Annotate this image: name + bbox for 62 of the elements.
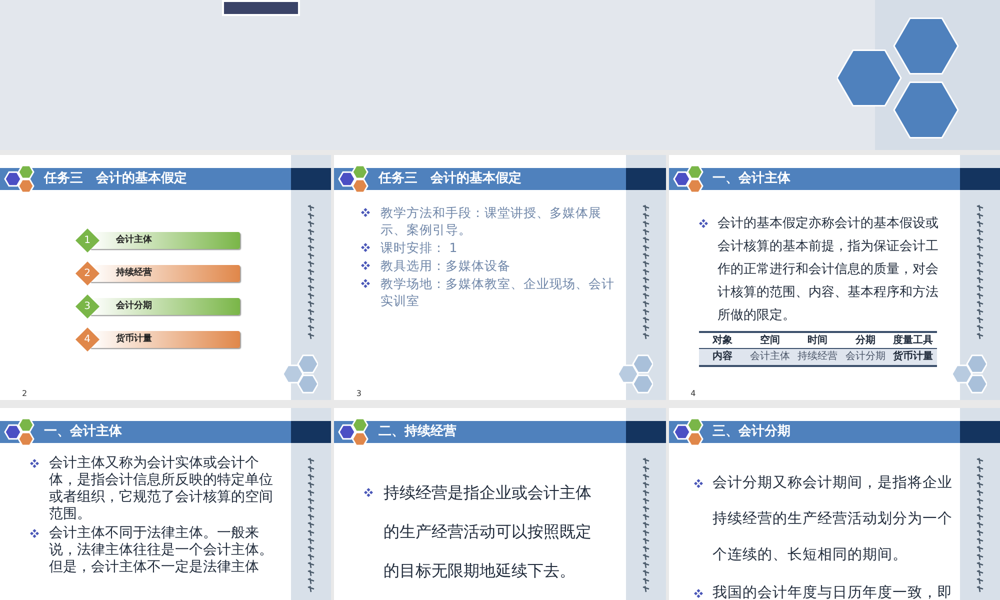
panel-header-block: [960, 168, 1000, 190]
table-header-cell-text: 时间: [806, 334, 829, 348]
slide-title: 一、会计主体: [712, 170, 791, 188]
panel-header-block: [626, 168, 666, 190]
item-number: 2: [84, 267, 91, 281]
bullet-text: 教学方法和手段：课堂讲授、多媒体展示、案例引导。: [380, 204, 602, 238]
bullet-icon: [361, 243, 370, 252]
slide-thumbnail[interactable]: 任务三 会计的基本假定 教学方法和手段：课堂讲授、多媒体展示、案例引导。 课时安排： 1 教具选用：多媒体设备 教学场地：多媒体教室、企业现场、会计实训室 3: [334, 155, 666, 400]
table-cell-text: 内容: [711, 349, 734, 364]
panel-header-block: [626, 421, 666, 443]
hexagon-cluster-icon: [282, 354, 318, 394]
table-cell-text: 持续经营: [796, 350, 839, 364]
bullet-icon: [364, 488, 374, 497]
slide-number: 3: [356, 388, 362, 400]
slide-title: 一、会计主体: [44, 422, 122, 442]
table-cell-text: 会计分期: [844, 350, 886, 364]
slide-thumbnail[interactable]: 二、持续经营 持续经营是指企业或会计主体的生产经营活动可以按照既定的目标无限期地延续下去。: [334, 408, 666, 600]
agenda-label: 持续经营: [116, 266, 152, 280]
bullet-icon: [30, 529, 39, 538]
agenda-label: 会计主体: [116, 234, 152, 247]
slide-thumbnail[interactable]: 任务三 会计的基本假定 1 会计主体 2 持续经营 3 会计分期 4 货币计量 2: [0, 155, 332, 400]
bullet-text: 教学场地：多媒体教室、企业现场、会计实训室: [380, 275, 616, 309]
bullet-text: 会计分期又称会计期间，是指将企业持续经营的生产经营活动划分为一个个连续的、长短相同的期间。: [712, 474, 953, 565]
hexagon-cluster-icon: [951, 354, 987, 394]
bullet-icon: [361, 261, 370, 270]
slide-title: 任务三 会计的基本假定: [44, 170, 187, 188]
hexagon-cluster-icon: [616, 354, 653, 394]
slide-title: 二、持续经营: [378, 423, 456, 442]
bullet-text: 会计的基本假定亦称会计的基本假设或会计核算的基本前提，指为保证会计工作的正常进行和会计信息的质量，对会计核算的范围、内容、基本程序和方法所做的限定。: [718, 215, 940, 325]
bullet-icon: [694, 588, 703, 598]
bullet-text: 课时安排： 1: [380, 239, 458, 256]
bullet-icon: [30, 459, 39, 468]
slide-number: 4: [690, 388, 696, 400]
bullet-text: 我国的会计年度与日历年度一致，即: [712, 584, 953, 600]
table-cell-text: 会计主体: [749, 350, 792, 364]
bullet-icon: [361, 208, 370, 217]
item-number: 4: [84, 333, 91, 347]
bullet-icon: [694, 478, 703, 488]
panel-header-block: [960, 421, 1000, 443]
table-header-cell-text: 空间: [759, 334, 782, 348]
item-number: 1: [84, 234, 91, 248]
slide-thumbnail[interactable]: 一、会计主体 会计主体又称为会计实体或会计个体，是指会计信息所反映的特定单位或者组织，它规范了会计核算的空间范围。 会计主体不同于法律主体。一般来说，法律主体往往是一个会计主体。但是，会计主体不一定是法律主体: [0, 408, 332, 600]
table-header-cell-text: 度量工具: [892, 333, 934, 348]
agenda-label: 会计分期: [116, 300, 152, 313]
bullet-text: 教具选用：多媒体设备: [380, 257, 512, 274]
slide-thumbnail[interactable]: 一、会计主体 会计的基本假定亦称会计的基本假设或会计核算的基本前提，指为保证会计工作的正常进行和会计信息的质量，对会计核算的范围、内容、基本程序和方法所做的限定。 对象 空间 时间 分期 度量工具 内容 会计主体 持续经营 会计分期 货币计量 4: [668, 155, 1000, 400]
bullet-text: 持续经营是指企业或会计主体的生产经营活动可以按照既定的目标无限期地延续下去。: [383, 482, 592, 582]
bullet-icon: [361, 279, 370, 288]
table-header-cell-text: 分期: [854, 334, 876, 348]
slide-title: 任务三 会计的基本假定: [378, 170, 522, 188]
agenda-label: 货币计量: [116, 332, 152, 346]
bullet-icon: [698, 219, 708, 228]
panel-header-block: [291, 421, 332, 443]
slide-title: 三、会计分期: [712, 423, 791, 442]
table-header-cell-text: 对象: [711, 334, 734, 348]
item-number: 3: [84, 300, 91, 314]
slide-number: 2: [22, 388, 28, 400]
panel-header-block: [291, 168, 332, 190]
table-cell-text: 货币计量: [892, 350, 934, 364]
bullet-text: 会计主体不同于法律主体。一般来说，法律主体往往是一个会计主体。但是，会计主体不一定是法律主体: [49, 525, 274, 576]
slide-thumbnail[interactable]: 三、会计分期 会计分期又称会计期间，是指将企业持续经营的生产经营活动划分为一个个连续的、长短相同的期间。 我国的会计年度与日历年度一致，即: [668, 408, 1000, 600]
bullet-text: 会计主体又称为会计实体或会计个体，是指会计信息所反映的特定单位或者组织，它规范了会计核算的空间范围。: [49, 455, 274, 523]
